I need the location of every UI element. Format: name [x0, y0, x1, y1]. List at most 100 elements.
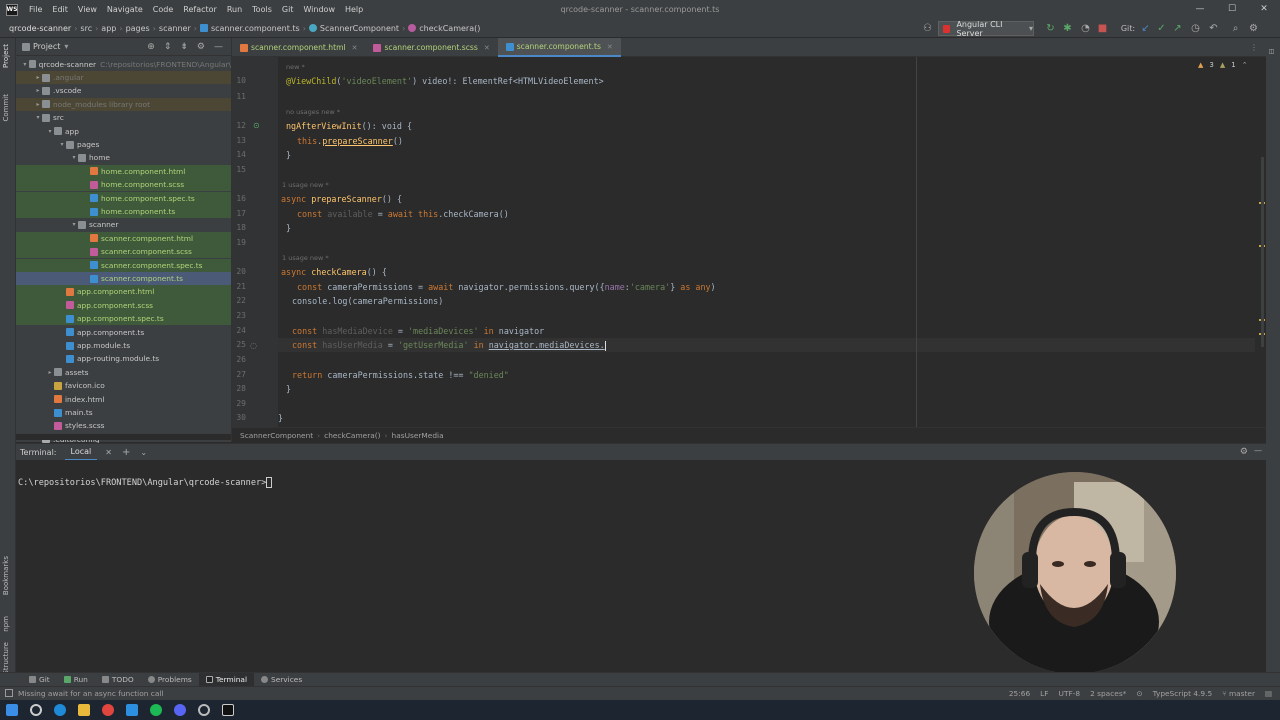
gear-icon[interactable]: ⚙: [197, 42, 205, 52]
tab-menu-icon[interactable]: ⋮: [1250, 43, 1258, 52]
inspection-widget[interactable]: ▲3 ▲1 ⌃ ⌄: [1198, 61, 1259, 69]
git-push-icon[interactable]: ↗: [1172, 23, 1183, 34]
close-tab-icon[interactable]: ✕: [105, 448, 112, 457]
terminal-scrollbar[interactable]: [1252, 460, 1260, 672]
tree-item[interactable]: ▾ scanner: [16, 218, 231, 231]
line-number[interactable]: 20: [232, 267, 246, 276]
tree-item[interactable]: scanner.component.scss: [16, 245, 231, 259]
webstorm-taskbar-icon[interactable]: [222, 704, 234, 716]
tree-item[interactable]: app.component.ts: [16, 326, 231, 339]
line-number[interactable]: 21: [232, 282, 246, 291]
line-number[interactable]: 29: [232, 399, 246, 408]
git-update-icon[interactable]: ↙: [1140, 23, 1151, 34]
chevron-right-icon[interactable]: ▸: [34, 74, 42, 81]
tree-item[interactable]: ▾ qrcode-scanner C:\repositorios\FRONTEND\…: [16, 58, 231, 71]
tool-tab-todo[interactable]: TODO: [95, 675, 141, 684]
search-icon[interactable]: [30, 704, 42, 716]
caret-position[interactable]: 25:66: [1009, 689, 1030, 698]
line-number[interactable]: 16: [232, 194, 246, 203]
tree-item[interactable]: app-routing.module.ts: [16, 352, 231, 365]
lock-icon[interactable]: ⊙: [1136, 689, 1142, 698]
language-service[interactable]: TypeScript 4.9.5: [1153, 689, 1213, 698]
file-explorer-icon[interactable]: [78, 704, 90, 716]
menu-edit[interactable]: Edit: [47, 5, 73, 14]
menu-window[interactable]: Window: [298, 5, 340, 14]
nav-crumb-class[interactable]: ScannerComponent: [306, 24, 402, 33]
menu-git[interactable]: Git: [277, 5, 299, 14]
breadcrumb-class[interactable]: ScannerComponent: [240, 431, 313, 440]
line-number[interactable]: 12: [232, 121, 246, 130]
maximize-icon[interactable]: ☐: [1216, 0, 1248, 19]
chevron-down-icon[interactable]: ▾: [46, 128, 54, 135]
minimize-icon[interactable]: —: [1184, 0, 1216, 19]
chevron-up-icon[interactable]: ⌃: [1242, 61, 1248, 69]
line-number[interactable]: 13: [232, 136, 246, 145]
vscode-icon[interactable]: [126, 704, 138, 716]
edge-browser-icon[interactable]: [54, 704, 66, 716]
tree-item[interactable]: scanner.component.spec.ts: [16, 258, 231, 272]
code-vision-hint[interactable]: 1 usage new *: [282, 254, 329, 262]
chevron-down-icon[interactable]: ▾: [64, 42, 68, 51]
locate-icon[interactable]: ⊕: [147, 42, 155, 52]
line-number[interactable]: 11: [232, 92, 246, 101]
tree-item[interactable]: home.component.ts: [16, 204, 231, 219]
user-icon[interactable]: ⚇: [922, 23, 933, 34]
close-tab-icon[interactable]: ✕: [352, 44, 358, 52]
coverage-icon[interactable]: ◔: [1080, 23, 1091, 34]
tree-item[interactable]: index.html: [16, 393, 231, 406]
file-encoding[interactable]: UTF-8: [1059, 689, 1081, 698]
tree-item[interactable]: app.module.ts: [16, 339, 231, 352]
tree-item[interactable]: ▾ src: [16, 111, 231, 124]
menu-tools[interactable]: Tools: [247, 5, 277, 14]
line-number[interactable]: 14: [232, 150, 246, 159]
close-tab-icon[interactable]: ✕: [484, 44, 490, 52]
rerun-icon[interactable]: ↻: [1045, 23, 1056, 34]
breadcrumb-method[interactable]: checkCamera(): [324, 431, 380, 440]
line-number[interactable]: 23: [232, 311, 246, 320]
chevron-right-icon[interactable]: ▸: [46, 369, 54, 376]
tree-item[interactable]: ▸ assets: [16, 366, 231, 379]
run-configuration-select[interactable]: Angular CLI Server ▾: [938, 20, 1034, 38]
vertical-tab-commit[interactable]: Commit: [2, 94, 10, 122]
tree-item[interactable]: home.component.spec.ts: [16, 191, 231, 205]
windows-start-icon[interactable]: [6, 704, 18, 716]
editor-scrollbar[interactable]: [1255, 57, 1266, 427]
nav-crumb-app[interactable]: app: [98, 24, 119, 33]
code-vision-hint[interactable]: 1 usage new *: [282, 181, 329, 189]
hide-icon[interactable]: —: [214, 42, 223, 52]
tree-item[interactable]: ▸ .angular: [16, 70, 231, 85]
tree-item[interactable]: app.component.spec.ts: [16, 312, 231, 326]
horizontal-scrollbar[interactable]: [16, 434, 231, 440]
nav-crumb-file[interactable]: scanner.component.ts: [197, 24, 303, 33]
breadcrumb-variable[interactable]: hasUserMedia: [392, 431, 444, 440]
tree-item[interactable]: ▾ app: [16, 125, 231, 138]
line-number[interactable]: 30: [232, 413, 246, 422]
line-number[interactable]: 10: [232, 76, 246, 85]
tree-item[interactable]: favicon.ico: [16, 379, 231, 392]
stop-icon[interactable]: ■: [1097, 23, 1108, 34]
tab-scanner-scss[interactable]: scanner.component.scss ✕: [365, 38, 497, 57]
tree-item[interactable]: ▾ pages: [16, 138, 231, 151]
chevron-down-icon[interactable]: ▾: [21, 61, 28, 68]
code-vision-hint[interactable]: new *: [286, 63, 305, 71]
status-message[interactable]: Missing await for an async function call: [18, 689, 163, 698]
tab-scanner-html[interactable]: scanner.component.html ✕: [232, 38, 365, 57]
expand-all-icon[interactable]: ⇕: [164, 42, 172, 52]
line-number[interactable]: 19: [232, 238, 246, 247]
tool-tab-run[interactable]: Run: [57, 675, 95, 684]
menu-view[interactable]: View: [73, 5, 102, 14]
nav-crumb-src[interactable]: src: [77, 24, 95, 33]
tree-item[interactable]: app.component.scss: [16, 298, 231, 313]
tree-item[interactable]: scanner.component.html: [16, 231, 231, 246]
layout-toggle-icon[interactable]: [5, 689, 13, 697]
nav-crumb-project[interactable]: qrcode-scanner: [6, 24, 74, 33]
line-number[interactable]: 28: [232, 384, 246, 393]
rollback-icon[interactable]: ↶: [1208, 23, 1219, 34]
tool-tab-git[interactable]: Git: [22, 675, 57, 684]
line-number[interactable]: 24: [232, 326, 246, 335]
discord-icon[interactable]: [174, 704, 186, 716]
intention-bulb-icon[interactable]: ◌: [250, 341, 257, 350]
line-number[interactable]: 18: [232, 223, 246, 232]
tool-tab-services[interactable]: Services: [254, 675, 309, 684]
terminal-tab-local[interactable]: Local: [64, 444, 98, 461]
